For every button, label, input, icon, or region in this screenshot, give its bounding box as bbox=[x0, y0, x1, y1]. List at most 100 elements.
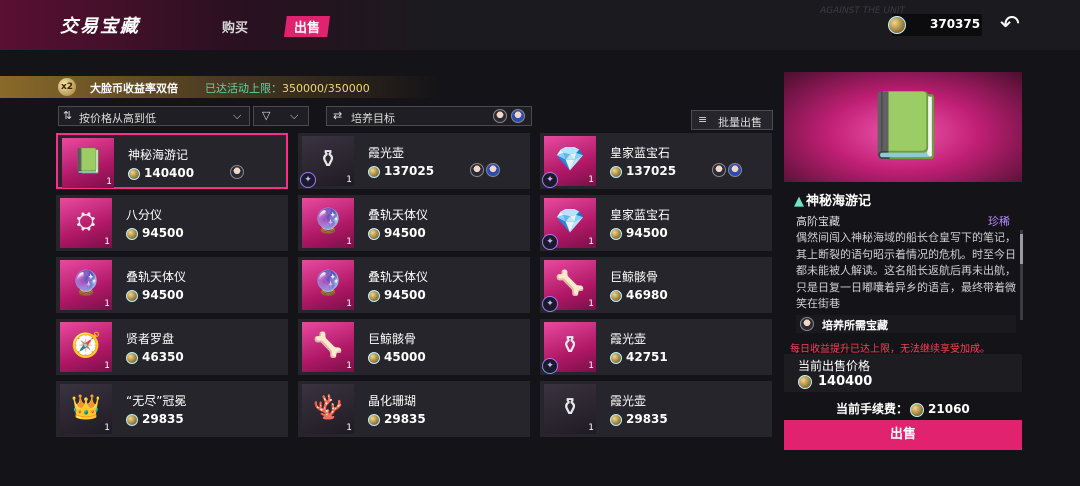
item-price-value: 94500 bbox=[626, 226, 668, 240]
teapot-icon: ⚱ bbox=[317, 145, 339, 173]
item-card[interactable]: 🔮 1 叠轨天体仪 94500 bbox=[298, 195, 530, 251]
item-name: “无尽”冠冕 bbox=[126, 394, 187, 408]
item-thumbnail: ⚱ 1 ✦ bbox=[300, 136, 354, 188]
filter-dropdown[interactable]: ▽ ⌵ bbox=[253, 106, 309, 126]
detail-name-text: 神秘海游记 bbox=[806, 194, 872, 209]
item-price: 140400 bbox=[128, 166, 194, 180]
item-quantity: 1 bbox=[588, 423, 594, 433]
item-price-value: 94500 bbox=[384, 288, 426, 302]
avatar bbox=[230, 165, 244, 179]
banner-limit-value: 350000/350000 bbox=[282, 82, 370, 95]
item-card[interactable]: 🦴 1 巨鲸骸骨 45000 bbox=[298, 319, 530, 375]
item-price: 29835 bbox=[126, 412, 184, 426]
tab-buy[interactable]: 购买 bbox=[212, 16, 258, 37]
double-badge-icon: x2 bbox=[58, 78, 76, 96]
coin-icon bbox=[888, 16, 906, 34]
item-card[interactable]: ⚱ 1 霞光壶 29835 bbox=[540, 381, 772, 437]
coin-icon bbox=[368, 227, 380, 240]
item-name: 叠轨天体仪 bbox=[368, 270, 429, 284]
coin-icon bbox=[368, 165, 380, 178]
item-quantity: 1 bbox=[346, 361, 352, 371]
item-card[interactable]: 👑 1 “无尽”冠冕 29835 bbox=[56, 381, 288, 437]
limit-warning: 每日收益提升已达上限，无法继续享受加成。 bbox=[790, 344, 990, 355]
coin-icon bbox=[610, 227, 622, 240]
item-card[interactable]: 💎 1 ✦ 皇家蓝宝石 94500 bbox=[540, 195, 772, 251]
currency-display: 370375 bbox=[888, 14, 982, 36]
item-quantity: 1 bbox=[346, 299, 352, 309]
price-value-text: 140400 bbox=[818, 374, 873, 389]
item-quantity: 1 bbox=[346, 237, 352, 247]
item-card[interactable]: ⛭ 1 八分仪 94500 bbox=[56, 195, 288, 251]
item-price: 29835 bbox=[368, 412, 426, 426]
item-thumbnail: ⚱ 1 ✦ bbox=[542, 322, 596, 374]
set-badge-icon: ✦ bbox=[542, 234, 558, 250]
item-card[interactable]: ⚱ 1 ✦ 霞光壶 42751 bbox=[540, 319, 772, 375]
item-card[interactable]: 🔮 1 叠轨天体仪 94500 bbox=[56, 257, 288, 313]
item-quantity: 1 bbox=[588, 361, 594, 371]
train-label: 培养所需宝藏 bbox=[822, 319, 888, 332]
octant-icon: ⛭ bbox=[76, 207, 96, 235]
scrollbar-thumb[interactable] bbox=[1020, 234, 1023, 264]
item-name: 巨鲸骸骨 bbox=[610, 270, 659, 284]
filter-icon: ▽ bbox=[262, 109, 271, 122]
price-value: 140400 bbox=[798, 374, 872, 389]
item-quantity: 1 bbox=[588, 237, 594, 247]
train-target-label: 培养目标 bbox=[351, 112, 395, 125]
item-card[interactable]: 🧭 1 贤者罗盘 46350 bbox=[56, 319, 288, 375]
detail-title: ▲ 神秘海游记 bbox=[794, 190, 871, 209]
item-price: 94500 bbox=[368, 226, 426, 240]
banner-limit: 已达活动上限：350000/350000 bbox=[205, 80, 370, 96]
sell-button[interactable]: 出售 bbox=[784, 420, 1022, 450]
book-icon: 📗 bbox=[73, 147, 103, 175]
batch-sell-button[interactable]: ≡ 批量出售 bbox=[691, 110, 773, 130]
current-price-box: 当前出售价格 140400 bbox=[784, 354, 1022, 392]
set-badge-icon: ✦ bbox=[542, 172, 558, 188]
item-card[interactable]: 📗 1 神秘海游记 140400 bbox=[56, 133, 288, 189]
item-grid: 📗 1 神秘海游记 140400 ⚱ 1 ✦ 霞光壶 137025 💎 1 ✦ 皇家蓝宝石 137025 ⛭… bbox=[56, 133, 776, 446]
item-thumbnail: 💎 1 ✦ bbox=[542, 136, 596, 188]
item-name: 霞光壶 bbox=[368, 146, 405, 160]
item-thumbnail: 🔮 1 bbox=[302, 198, 354, 248]
coin-icon bbox=[610, 289, 622, 302]
item-price-value: 45000 bbox=[384, 350, 426, 364]
item-card[interactable]: 💎 1 ✦ 皇家蓝宝石 137025 bbox=[540, 133, 772, 189]
boot-icon: ▲ bbox=[794, 194, 804, 209]
item-card[interactable]: 🪸 1 晶化珊瑚 29835 bbox=[298, 381, 530, 437]
item-card[interactable]: ⚱ 1 ✦ 霞光壶 137025 bbox=[298, 133, 530, 189]
train-target-filter[interactable]: ⇄ 培养目标 bbox=[326, 106, 532, 126]
item-thumbnail: 🔮 1 bbox=[60, 260, 112, 310]
item-price-value: 29835 bbox=[626, 412, 668, 426]
item-name: 霞光壶 bbox=[610, 332, 647, 346]
avatar bbox=[800, 317, 814, 331]
item-price-value: 137025 bbox=[626, 164, 677, 178]
item-name: 巨鲸骸骨 bbox=[368, 332, 417, 346]
tab-sell[interactable]: 出售 bbox=[284, 16, 331, 37]
item-card[interactable]: 🦴 1 ✦ 巨鲸骸骨 46980 bbox=[540, 257, 772, 313]
item-price: 94500 bbox=[126, 226, 184, 240]
item-price-value: 94500 bbox=[142, 288, 184, 302]
item-quantity: 1 bbox=[104, 237, 110, 247]
necklace-icon: 💎 bbox=[555, 207, 585, 235]
avatar bbox=[712, 163, 726, 177]
coin-icon bbox=[798, 374, 812, 389]
item-price-value: 94500 bbox=[384, 226, 426, 240]
back-arrow-icon[interactable]: ↶ bbox=[996, 10, 1024, 38]
item-thumbnail: 📗 1 bbox=[62, 138, 114, 188]
crown-icon: 👑 bbox=[71, 393, 101, 421]
coin-icon bbox=[368, 351, 380, 364]
item-thumbnail: 🪸 1 bbox=[302, 384, 354, 434]
orrery-icon: 🔮 bbox=[313, 207, 343, 235]
item-name: 皇家蓝宝石 bbox=[610, 146, 671, 160]
sort-dropdown[interactable]: ⇅ 按价格从高到低 ⌵ bbox=[58, 106, 250, 126]
item-price: 29835 bbox=[610, 412, 668, 426]
item-price-value: 46980 bbox=[626, 288, 668, 302]
orrery-icon: 🔮 bbox=[71, 269, 101, 297]
event-banner: x2 大脸币收益率双倍 已达活动上限：350000/350000 bbox=[0, 76, 440, 98]
item-price-value: 46350 bbox=[142, 350, 184, 364]
item-price: 46980 bbox=[610, 288, 668, 302]
item-name: 霞光壶 bbox=[610, 394, 647, 408]
item-quantity: 1 bbox=[106, 177, 112, 187]
item-card[interactable]: 🔮 1 叠轨天体仪 94500 bbox=[298, 257, 530, 313]
item-name: 叠轨天体仪 bbox=[368, 208, 429, 222]
set-badge-icon: ✦ bbox=[300, 172, 316, 188]
